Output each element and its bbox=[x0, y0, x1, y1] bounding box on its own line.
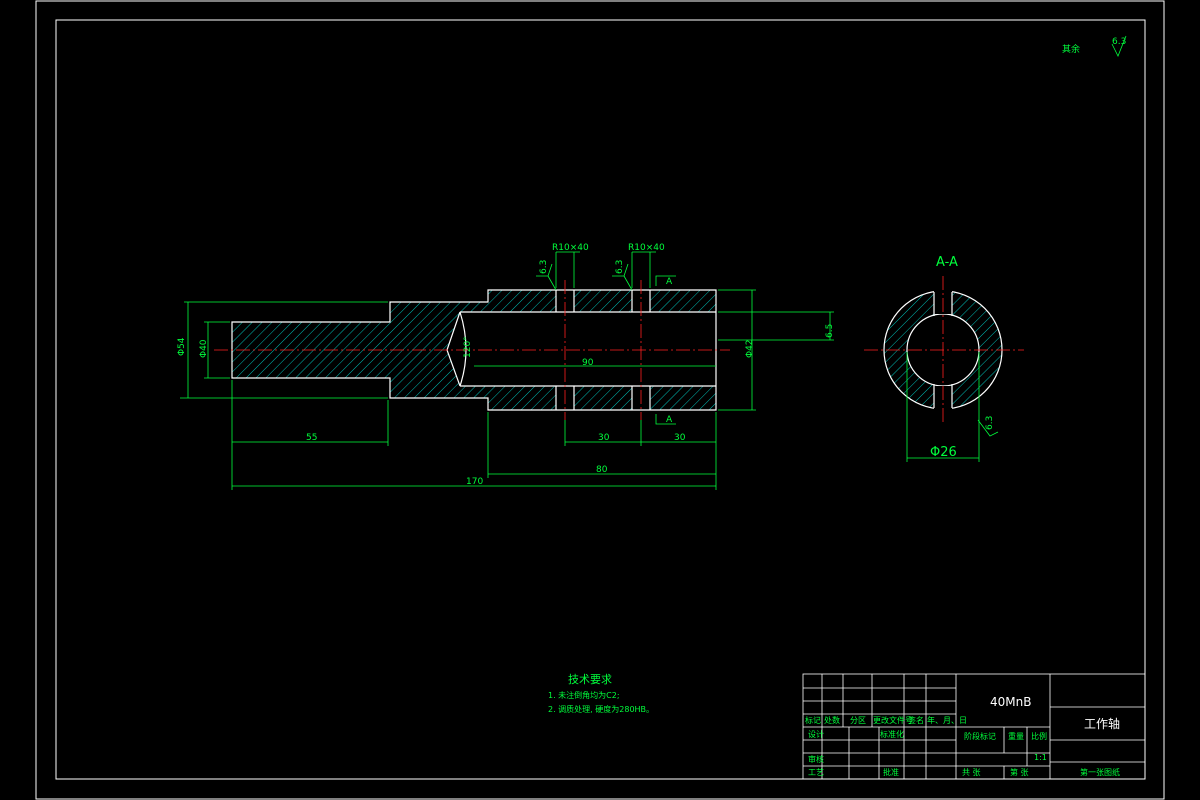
tb-header-1: 处数 bbox=[824, 715, 840, 725]
hatch-upper bbox=[232, 290, 556, 350]
tb-header-2: 分区 bbox=[850, 716, 866, 725]
main-view: Φ54 Φ40 Φ42 6.5 120° 90 55 30 30 80 170 … bbox=[177, 243, 835, 490]
tb-grid-h bbox=[803, 687, 956, 767]
slot2-leader bbox=[631, 251, 656, 288]
tb-label-review: 审核 bbox=[808, 754, 824, 764]
dim-55: 55 bbox=[306, 433, 317, 443]
tech-requirement-1: 1. 未注倒角均为C2; bbox=[548, 690, 620, 700]
tb-scale-value: 1:1 bbox=[1034, 753, 1047, 762]
hatch-right-top bbox=[650, 290, 716, 312]
dim-depth: 6.5 bbox=[825, 324, 835, 338]
tb-material: 40MnB bbox=[990, 695, 1031, 709]
dim-170: 170 bbox=[466, 477, 483, 487]
roughness-note-text: 其余 bbox=[1062, 43, 1080, 55]
dim-phi40: Φ40 bbox=[199, 339, 209, 358]
hatch-right-bottom bbox=[650, 386, 716, 410]
hatch-lower bbox=[232, 350, 556, 410]
dim-80: 80 bbox=[596, 465, 608, 475]
tb-label-process: 工艺 bbox=[808, 768, 824, 777]
tb-middle-lines bbox=[956, 674, 1051, 779]
tb-right-lines bbox=[1050, 706, 1145, 763]
tb-header-4: 签名 bbox=[908, 715, 924, 725]
dim-depth-lines bbox=[718, 311, 834, 341]
dim-30b: 30 bbox=[674, 433, 686, 443]
tb-header-5: 年、月、日 bbox=[927, 715, 967, 725]
title-block: 40MnB 工作轴 标记 处数 分区 更改文件号 签名 年、月、日 设计 审核 … bbox=[802, 673, 1146, 780]
tb-label-design: 设计 bbox=[808, 729, 824, 739]
tech-requirements-title: 技术要求 bbox=[568, 673, 612, 686]
dim-30-lines bbox=[564, 412, 717, 490]
hatch-mid-bottom bbox=[574, 386, 632, 410]
dim-phi54: Φ54 bbox=[177, 337, 187, 356]
tech-requirement-2: 2. 调质处理, 硬度为280HB。 bbox=[548, 704, 654, 714]
tech-requirements: 技术要求 1. 未注倒角均为C2; 2. 调质处理, 硬度为280HB。 bbox=[548, 673, 654, 714]
tb-sheet-total: 共 张 bbox=[962, 768, 981, 777]
dim-phi42: Φ42 bbox=[745, 339, 755, 358]
section-rough-value: 6.3 bbox=[985, 416, 995, 430]
tb-stage-label: 阶段标记 bbox=[964, 731, 996, 741]
tb-label-std: 标准化 bbox=[880, 729, 904, 739]
roughness-note: 其余 6.3 bbox=[1062, 35, 1127, 57]
slot1-leader bbox=[555, 251, 580, 288]
roughness-note-value: 6.3 bbox=[1112, 37, 1126, 47]
dim-90: 90 bbox=[582, 358, 594, 368]
tb-weight-label: 重量 bbox=[1008, 731, 1024, 741]
tb-grid-v bbox=[821, 674, 957, 779]
rough2-value: 6.3 bbox=[615, 260, 625, 274]
tb-drawing-no: 第一张图纸 bbox=[1080, 767, 1120, 777]
section-dim-phi26: Φ26 bbox=[930, 445, 957, 460]
slot1-label: R10×40 bbox=[552, 243, 589, 253]
tb-label-approve: 批准 bbox=[883, 767, 899, 777]
hatch-mid-top bbox=[574, 290, 632, 312]
tb-part-name: 工作轴 bbox=[1084, 716, 1120, 731]
section-label: A-A bbox=[936, 255, 958, 270]
tb-scale-label: 比例 bbox=[1031, 731, 1047, 741]
dim-30a: 30 bbox=[598, 433, 610, 443]
dim-drill-angle: 120° bbox=[463, 336, 473, 358]
tb-header-3: 更改文件号 bbox=[873, 715, 913, 725]
slot2-label: R10×40 bbox=[628, 243, 665, 253]
section-arrow-bottom-label: A bbox=[666, 415, 673, 425]
section-arrow-top-label: A bbox=[666, 277, 673, 287]
rough1-value: 6.3 bbox=[539, 260, 549, 274]
cad-drawing: 其余 6.3 Φ54 Φ40 Φ42 6.5 120° 90 55 30 30 … bbox=[35, 0, 1165, 800]
section-view: A-A Φ26 6.3 bbox=[864, 255, 1024, 462]
tb-header-0: 标记 bbox=[805, 715, 821, 725]
tb-sheet-num: 第 张 bbox=[1010, 767, 1029, 777]
bore-outline bbox=[446, 311, 716, 387]
